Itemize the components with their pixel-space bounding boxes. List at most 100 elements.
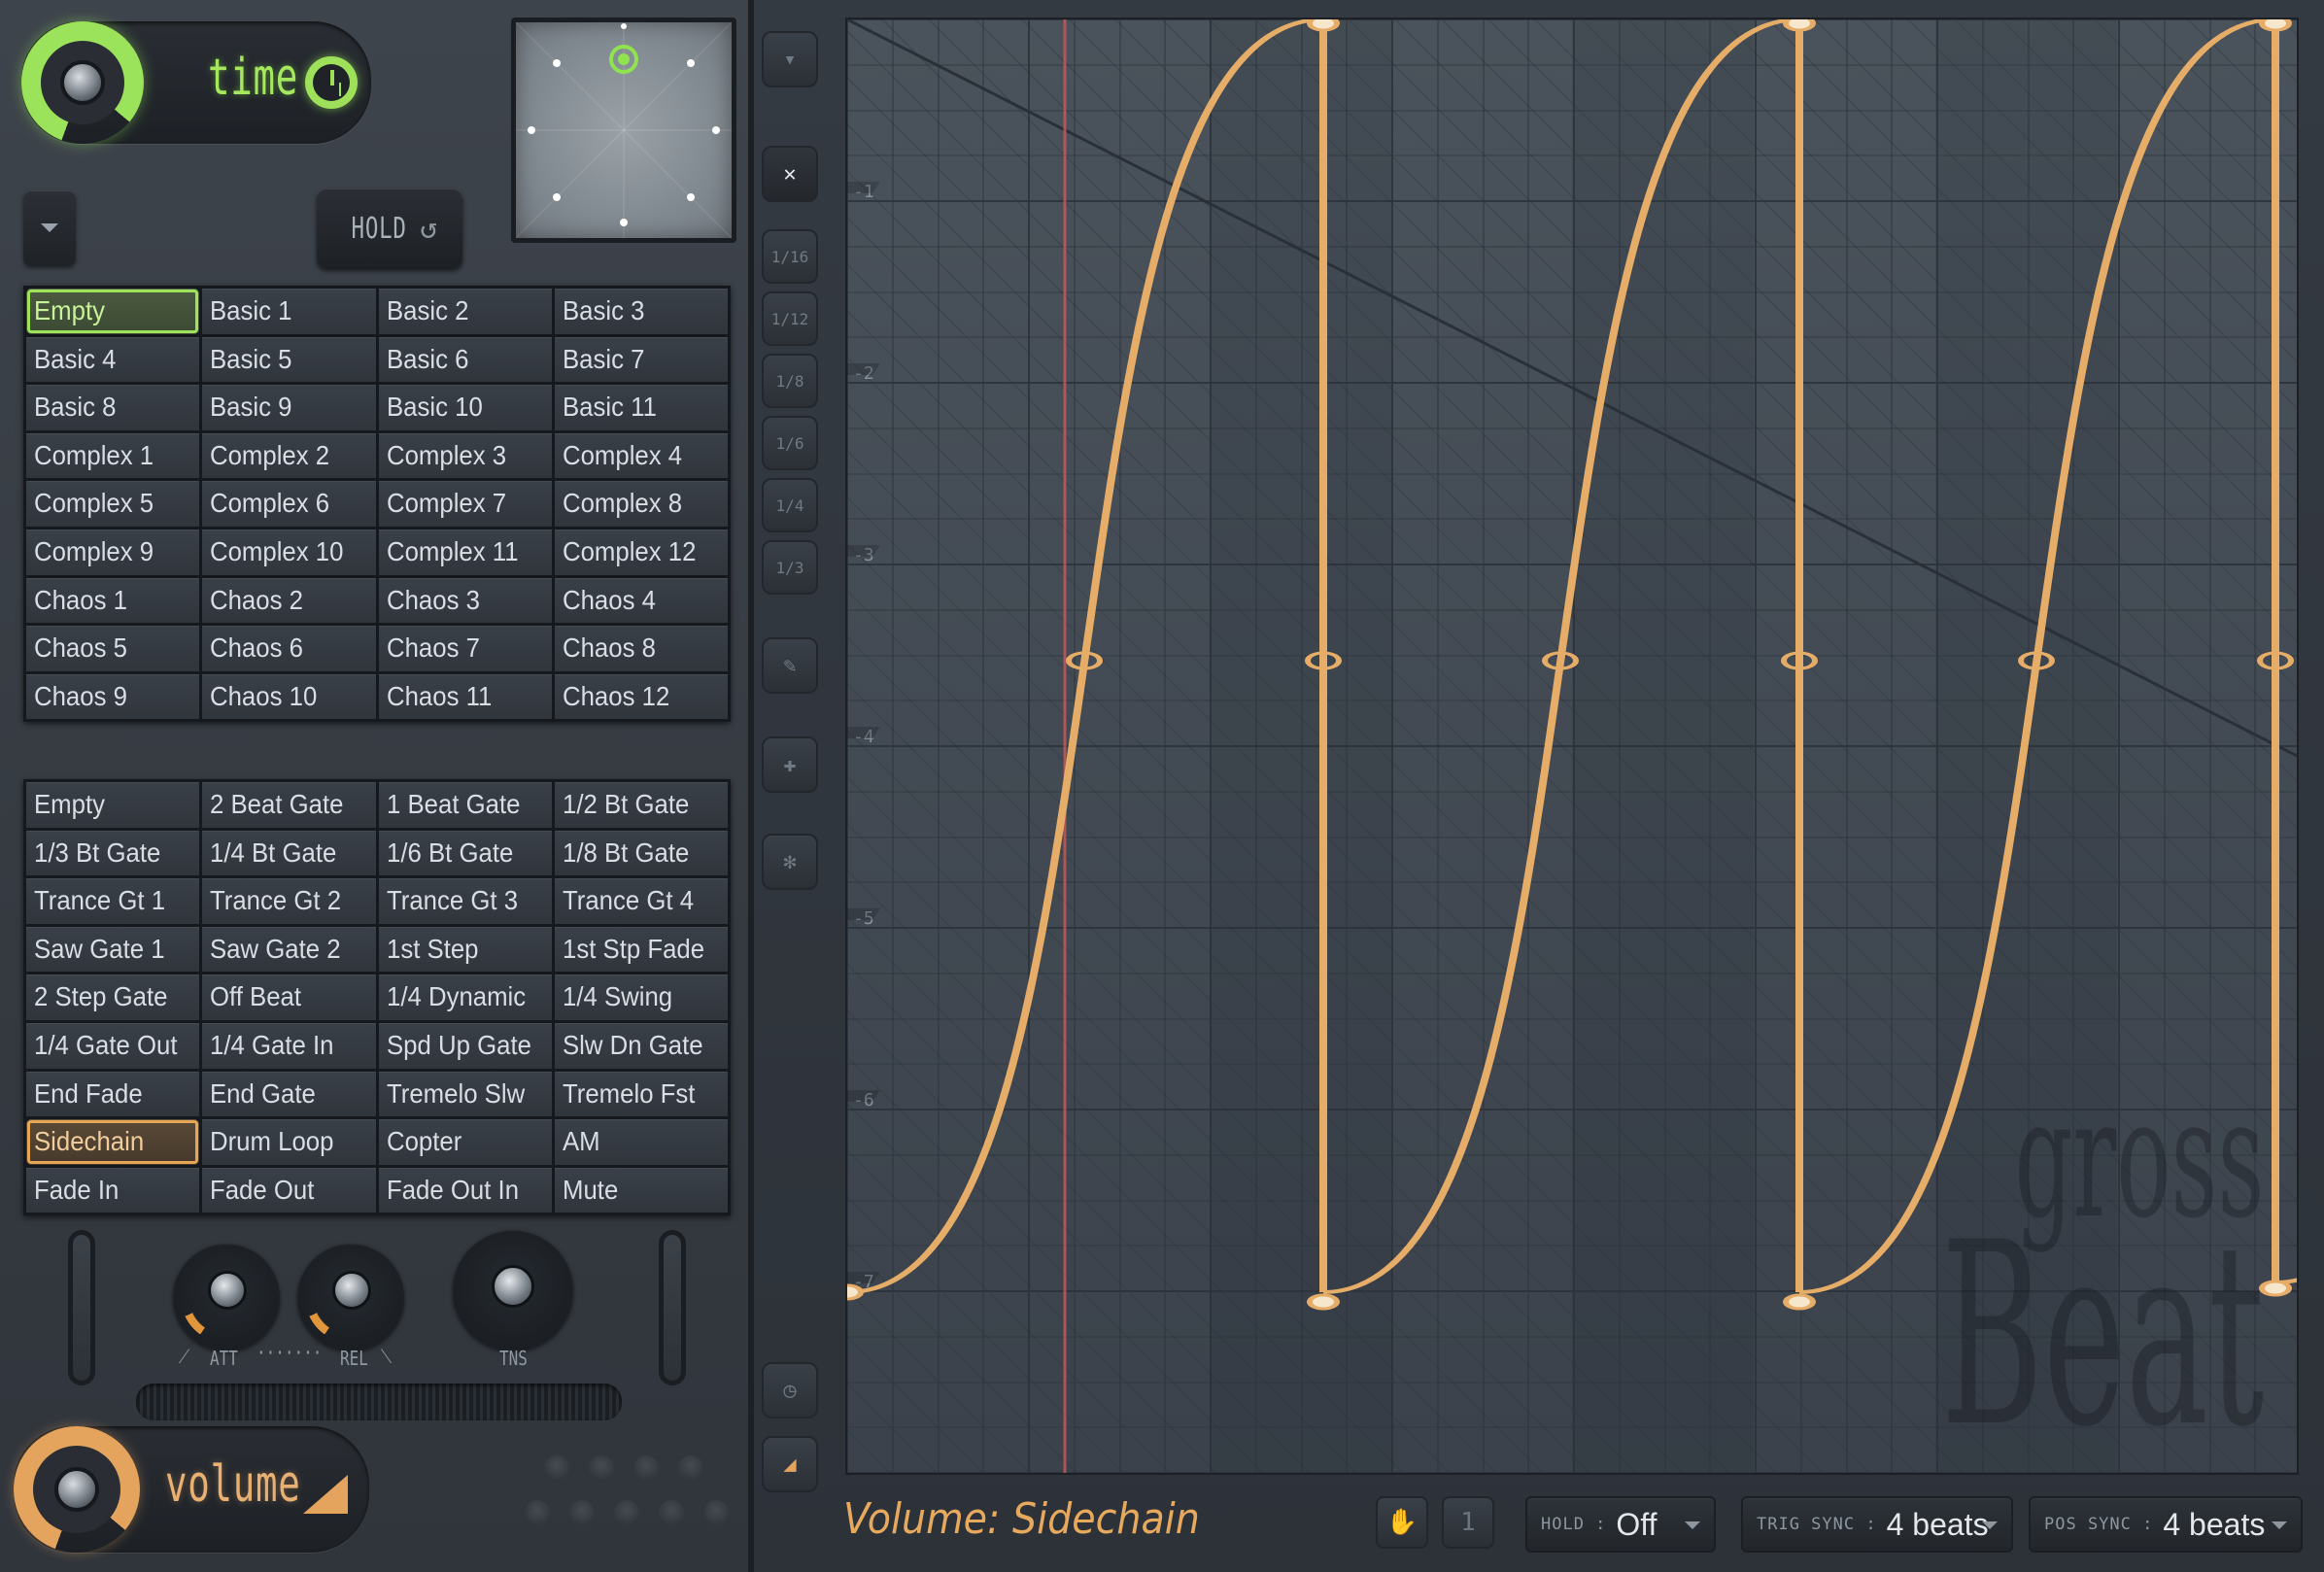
xy-pad[interactable]: [511, 17, 736, 243]
snap-1-12-button[interactable]: 1/12: [762, 291, 818, 346]
snap-1-3-button[interactable]: 1/3: [762, 540, 818, 595]
volume-preset-button[interactable]: Trance Gt 3: [378, 878, 552, 924]
volume-preset-button[interactable]: Empty: [26, 782, 200, 828]
clock-button[interactable]: ◷: [762, 1362, 818, 1418]
volume-preset-button[interactable]: 1/4 Gate In: [202, 1022, 376, 1069]
volume-preset-button[interactable]: 1/4 Swing: [554, 974, 728, 1020]
time-preset-button[interactable]: Chaos 12: [554, 673, 728, 720]
volume-preset-button[interactable]: End Fade: [26, 1071, 200, 1117]
volume-preset-button[interactable]: 1/6 Bt Gate: [378, 830, 552, 876]
menu-down-button[interactable]: ▾: [762, 31, 818, 87]
snap-1-6-button[interactable]: 1/6: [762, 416, 818, 470]
snowflake-button[interactable]: ✻: [762, 834, 818, 890]
volume-preset-button[interactable]: Mute: [554, 1167, 728, 1213]
volume-preset-button[interactable]: Fade Out In: [378, 1167, 552, 1213]
time-preset-button[interactable]: Complex 4: [554, 432, 728, 479]
volume-preset-button[interactable]: Fade In: [26, 1167, 200, 1213]
time-preset-button[interactable]: Complex 2: [202, 432, 376, 479]
pos-sync-select[interactable]: POS SYNC : 4 beats: [2029, 1496, 2303, 1553]
volume-preset-button[interactable]: Fade Out: [202, 1167, 376, 1213]
time-preset-button[interactable]: Basic 8: [26, 385, 200, 430]
draw-curve-button[interactable]: ✎: [762, 637, 818, 694]
time-preset-button[interactable]: Chaos 3: [378, 577, 552, 624]
close-button[interactable]: ✕: [762, 146, 818, 202]
time-preset-button[interactable]: Basic 11: [554, 385, 728, 430]
volume-preset-button[interactable]: 1/8 Bt Gate: [554, 830, 728, 876]
volume-preset-button[interactable]: 1st Step: [378, 926, 552, 973]
time-preset-button[interactable]: Chaos 7: [378, 626, 552, 671]
time-preset-button[interactable]: Chaos 1: [26, 577, 200, 624]
time-preset-button[interactable]: Chaos 8: [554, 626, 728, 671]
volume-preset-button[interactable]: 1/2 Bt Gate: [554, 782, 728, 828]
time-preset-button[interactable]: Complex 1: [26, 432, 200, 479]
time-preset-button[interactable]: Complex 7: [378, 481, 552, 527]
trig-sync-select[interactable]: TRIG SYNC : 4 beats: [1741, 1496, 2013, 1553]
volume-preset-button[interactable]: 1/4 Bt Gate: [202, 830, 376, 876]
volume-preset-button[interactable]: Saw Gate 2: [202, 926, 376, 973]
time-preset-button[interactable]: Basic 1: [202, 289, 376, 334]
time-preset-button[interactable]: Chaos 10: [202, 673, 376, 720]
attack-knob[interactable]: [173, 1244, 280, 1350]
volume-preset-button[interactable]: 2 Step Gate: [26, 974, 200, 1020]
release-knob[interactable]: [297, 1244, 404, 1350]
hold-select[interactable]: HOLD : Off: [1525, 1496, 1716, 1553]
volume-preset-button[interactable]: 1/4 Dynamic: [378, 974, 552, 1020]
snap-1-8-button[interactable]: 1/8: [762, 354, 818, 408]
time-preset-button[interactable]: Chaos 2: [202, 577, 376, 624]
volume-mode-selector[interactable]: volume: [14, 1426, 369, 1553]
time-preset-button[interactable]: Chaos 4: [554, 577, 728, 624]
time-preset-button[interactable]: Complex 12: [554, 529, 728, 575]
time-preset-button[interactable]: Complex 11: [378, 529, 552, 575]
envelope-editor[interactable]: -1-2-3-4-5-6-7 gross Beat: [845, 17, 2299, 1475]
volume-preset-button[interactable]: Slw Dn Gate: [554, 1022, 728, 1069]
volume-preset-button[interactable]: 2 Beat Gate: [202, 782, 376, 828]
volume-preset-button[interactable]: Drum Loop: [202, 1119, 376, 1165]
time-preset-button[interactable]: Complex 8: [554, 481, 728, 527]
volume-preset-button[interactable]: Trance Gt 4: [554, 878, 728, 924]
volume-preset-button[interactable]: Tremelo Fst: [554, 1071, 728, 1117]
volume-mix-knob[interactable]: [54, 1467, 99, 1512]
time-preset-button[interactable]: Complex 6: [202, 481, 376, 527]
time-preset-button[interactable]: Complex 3: [378, 432, 552, 479]
time-preset-button[interactable]: Basic 4: [26, 336, 200, 383]
volume-preset-button[interactable]: Off Beat: [202, 974, 376, 1020]
time-mode-selector[interactable]: time: [21, 21, 371, 144]
time-preset-button[interactable]: Complex 5: [26, 481, 200, 527]
hand-tool-button[interactable]: ✋: [1376, 1496, 1428, 1549]
volume-preset-button[interactable]: Copter: [378, 1119, 552, 1165]
volume-preset-button[interactable]: 1/4 Gate Out: [26, 1022, 200, 1069]
volume-preset-button[interactable]: End Gate: [202, 1071, 376, 1117]
time-preset-button[interactable]: Chaos 9: [26, 673, 200, 720]
time-preset-button[interactable]: Basic 2: [378, 289, 552, 334]
hold-button[interactable]: HOLD ↺: [317, 188, 462, 268]
single-mode-button[interactable]: 1: [1442, 1496, 1494, 1549]
volume-preset-button[interactable]: Trance Gt 2: [202, 878, 376, 924]
time-preset-button[interactable]: Basic 10: [378, 385, 552, 430]
time-preset-button[interactable]: Complex 9: [26, 529, 200, 575]
volume-preset-button[interactable]: Tremelo Slw: [378, 1071, 552, 1117]
volume-preset-button[interactable]: Trance Gt 1: [26, 878, 200, 924]
snap-1-4-button[interactable]: 1/4: [762, 478, 818, 532]
time-preset-button[interactable]: Basic 6: [378, 336, 552, 383]
preset-menu-button[interactable]: [23, 190, 76, 266]
volume-preset-button[interactable]: 1 Beat Gate: [378, 782, 552, 828]
time-preset-button[interactable]: Chaos 6: [202, 626, 376, 671]
time-preset-button[interactable]: Chaos 5: [26, 626, 200, 671]
snap-1-16-button[interactable]: 1/16: [762, 229, 818, 284]
add-point-button[interactable]: ✚: [762, 736, 818, 793]
time-preset-button[interactable]: Empty: [26, 289, 200, 334]
volume-preset-button[interactable]: Saw Gate 1: [26, 926, 200, 973]
volume-preset-button[interactable]: Spd Up Gate: [378, 1022, 552, 1069]
volume-triangle-button[interactable]: ◢: [762, 1436, 818, 1492]
time-preset-button[interactable]: Basic 7: [554, 336, 728, 383]
volume-preset-button[interactable]: AM: [554, 1119, 728, 1165]
volume-preset-button[interactable]: Sidechain: [26, 1119, 200, 1165]
volume-preset-button[interactable]: 1st Stp Fade: [554, 926, 728, 973]
time-preset-button[interactable]: Basic 9: [202, 385, 376, 430]
volume-preset-button[interactable]: 1/3 Bt Gate: [26, 830, 200, 876]
time-preset-button[interactable]: Basic 3: [554, 289, 728, 334]
time-preset-button[interactable]: Basic 5: [202, 336, 376, 383]
tension-knob[interactable]: [453, 1230, 573, 1350]
time-preset-button[interactable]: Complex 10: [202, 529, 376, 575]
time-preset-button[interactable]: Chaos 11: [378, 673, 552, 720]
